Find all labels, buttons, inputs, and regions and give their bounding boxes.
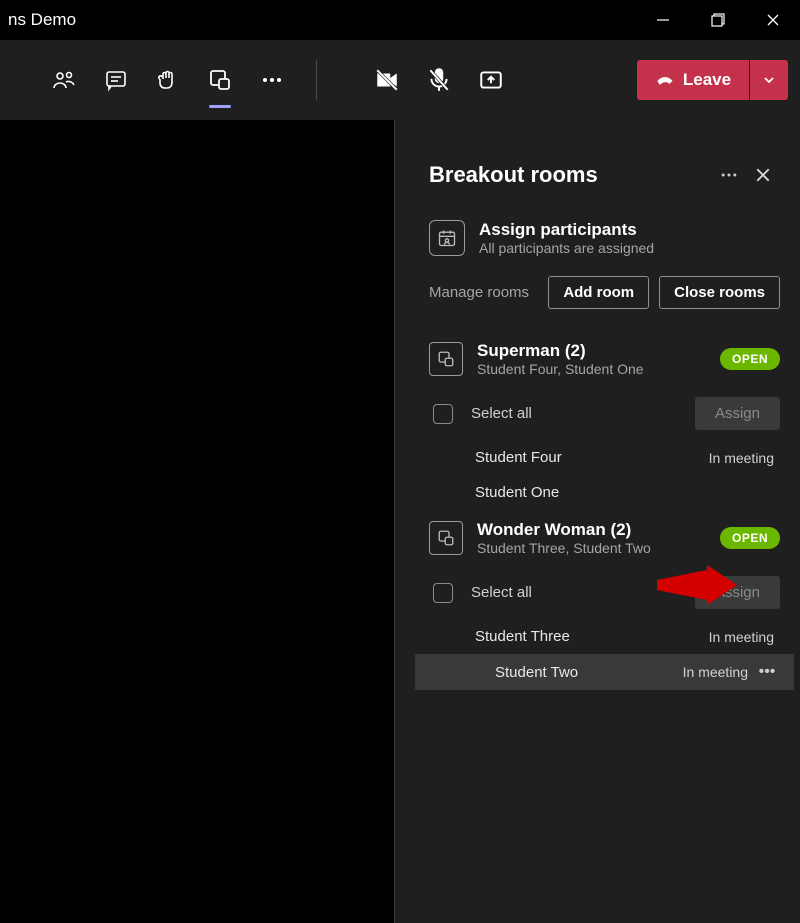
room-name: Superman (2) <box>477 341 706 361</box>
member-status: In meeting <box>709 629 774 645</box>
member-name: Student Four <box>475 449 709 466</box>
mic-off-icon[interactable] <box>417 58 461 102</box>
titlebar: ns Demo <box>0 0 800 40</box>
room-status-badge[interactable]: OPEN <box>720 527 780 549</box>
chevron-down-icon <box>762 73 776 87</box>
hangup-icon <box>655 70 675 90</box>
select-all-checkbox[interactable] <box>433 583 453 603</box>
room-name: Wonder Woman (2) <box>477 520 706 540</box>
member-more-icon[interactable]: ••• <box>754 663 780 681</box>
toolbar-divider <box>316 60 317 100</box>
meeting-toolbar: Leave <box>0 40 800 120</box>
share-screen-icon[interactable] <box>469 58 513 102</box>
breakout-rooms-panel: Breakout rooms Assign participants All p… <box>395 120 800 923</box>
room-members-line: Student Three, Student Two <box>477 540 706 556</box>
room-icon <box>429 342 463 376</box>
assign-title: Assign participants <box>479 220 654 240</box>
member-row[interactable]: Student Two In meeting ••• <box>415 654 794 690</box>
window-title: ns Demo <box>8 10 635 30</box>
room-status-badge[interactable]: OPEN <box>720 348 780 370</box>
maximize-button[interactable] <box>690 0 745 40</box>
member-status: In meeting <box>709 450 774 466</box>
leave-button[interactable]: Leave <box>637 60 749 100</box>
more-actions-icon[interactable] <box>250 58 294 102</box>
select-all-label: Select all <box>471 405 677 422</box>
close-window-button[interactable] <box>745 0 800 40</box>
video-stage <box>0 120 395 923</box>
member-row[interactable]: Student Four In meeting <box>429 440 780 475</box>
assign-subtitle: All participants are assigned <box>479 240 654 256</box>
select-all-checkbox[interactable] <box>433 404 453 424</box>
member-row[interactable]: Student Three In meeting <box>429 619 780 654</box>
room-members-line: Student Four, Student One <box>477 361 706 377</box>
member-row[interactable]: Student One <box>429 475 780 510</box>
assign-participants-block[interactable]: Assign participants All participants are… <box>429 220 780 256</box>
camera-off-icon[interactable] <box>365 58 409 102</box>
member-status: In meeting <box>683 664 748 680</box>
assign-button[interactable]: Assign <box>695 397 780 430</box>
close-rooms-button[interactable]: Close rooms <box>659 276 780 309</box>
member-name: Student One <box>475 484 774 501</box>
add-room-button[interactable]: Add room <box>548 276 649 309</box>
minimize-button[interactable] <box>635 0 690 40</box>
leave-label: Leave <box>683 70 731 90</box>
select-all-label: Select all <box>471 584 677 601</box>
panel-title: Breakout rooms <box>429 162 712 188</box>
assign-participants-icon <box>429 220 465 256</box>
chat-icon[interactable] <box>94 58 138 102</box>
leave-dropdown-button[interactable] <box>750 60 788 100</box>
member-name: Student Three <box>475 628 709 645</box>
people-icon[interactable] <box>42 58 86 102</box>
room-header[interactable]: Superman (2) Student Four, Student One O… <box>429 331 780 387</box>
breakout-rooms-icon[interactable] <box>198 58 242 102</box>
manage-rooms-label: Manage rooms <box>429 284 538 301</box>
annotation-arrow <box>657 565 737 605</box>
room-icon <box>429 521 463 555</box>
panel-close-icon[interactable] <box>746 158 780 192</box>
room-header[interactable]: Wonder Woman (2) Student Three, Student … <box>429 510 780 566</box>
room-item: Superman (2) Student Four, Student One O… <box>429 331 780 510</box>
panel-more-icon[interactable] <box>712 158 746 192</box>
raise-hand-icon[interactable] <box>146 58 190 102</box>
member-name: Student Two <box>495 664 683 681</box>
